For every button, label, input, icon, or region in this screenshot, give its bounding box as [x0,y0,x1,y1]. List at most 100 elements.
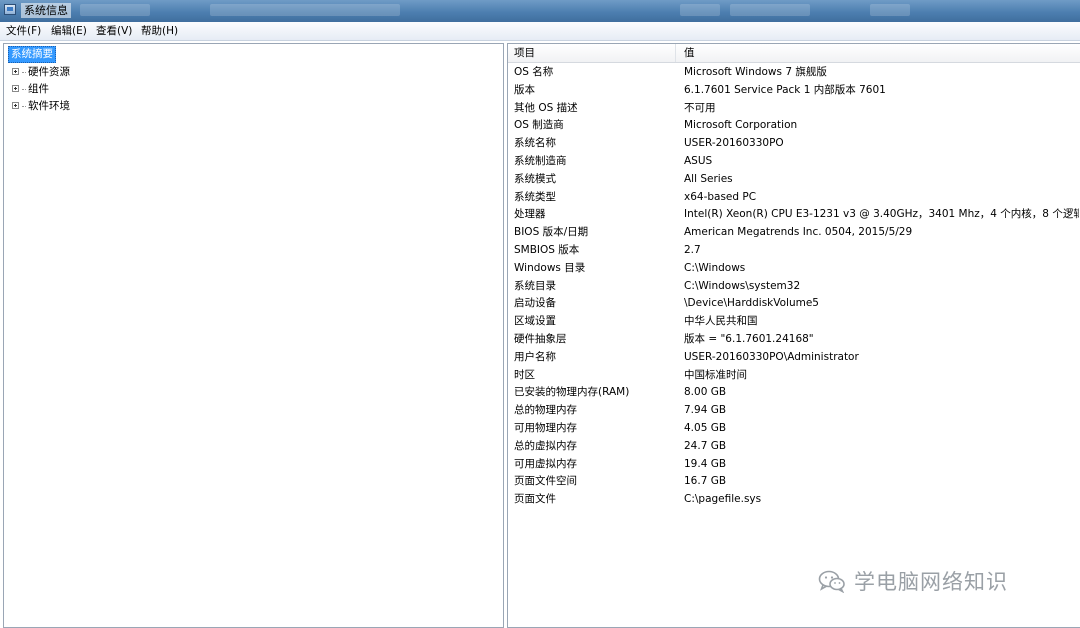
window-title: 系统信息 [21,3,71,18]
blurred-taskbar-region [730,4,810,16]
tree-item-hardware-resources[interactable]: 硬件资源 [12,65,70,79]
table-row[interactable]: 其他 OS 描述 不可用 [508,100,1080,118]
cell-value: 4.05 GB [684,421,727,434]
tree-connector [22,105,26,107]
watermark-text: 学电脑网络知识 [854,570,1008,594]
table-row[interactable]: 系统类型 x64-based PC [508,189,1080,207]
column-header-item[interactable]: 项目 [514,47,535,60]
wechat-icon [818,569,846,594]
cell-item: 系统制造商 [514,154,567,167]
category-tree[interactable]: 系统摘要 硬件资源 组件 软件环境 [3,43,504,628]
cell-item: BIOS 版本/日期 [514,226,589,239]
cell-item: 系统名称 [514,137,556,150]
table-row[interactable]: Windows 目录 C:\Windows [508,260,1080,278]
cell-value: USER-20160330PO\Administrator [684,350,859,363]
details-list[interactable]: 项目 值 OS 名称 Microsoft Windows 7 旗舰版 版本 6.1.7… [507,43,1080,628]
table-row[interactable]: 时区 中国标准时间 [508,367,1080,385]
cell-value: USER-20160330PO [684,137,784,150]
table-row[interactable]: 页面文件空间 16.7 GB [508,473,1080,491]
blurred-taskbar-region [80,4,150,16]
system-info-window: 系统信息 文件(F) 编辑(E) 查看(V) 帮助(H) 系统摘要 硬件资源 组… [0,0,1080,628]
cell-value: C:\Windows [684,261,746,274]
table-row[interactable]: OS 制造商 Microsoft Corporation [508,117,1080,135]
cell-value: Microsoft Corporation [684,119,798,132]
list-body: OS 名称 Microsoft Windows 7 旗舰版 版本 6.1.7601 S… [508,64,1080,509]
table-row[interactable]: SMBIOS 版本 2.7 [508,242,1080,260]
table-row[interactable]: 版本 6.1.7601 Service Pack 1 内部版本 7601 [508,82,1080,100]
table-row[interactable]: BIOS 版本/日期 American Megatrends Inc. 0504,… [508,224,1080,242]
table-row[interactable]: 系统制造商 ASUS [508,153,1080,171]
cell-item: 可用虚拟内存 [514,457,577,470]
cell-value: 版本 = "6.1.7601.24168" [684,332,814,345]
menu-bar: 文件(F) 编辑(E) 查看(V) 帮助(H) [0,22,1080,41]
tree-item-system-summary[interactable]: 系统摘要 [8,46,56,63]
table-row[interactable]: 总的虚拟内存 24.7 GB [508,438,1080,456]
table-row[interactable]: 处理器 Intel(R) Xeon(R) CPU E3-1231 v3 @ 3.4… [508,206,1080,224]
table-row[interactable]: 已安装的物理内存(RAM) 8.00 GB [508,384,1080,402]
expand-plus-icon[interactable] [12,101,19,109]
cell-item: 页面文件 [514,493,556,506]
table-row[interactable]: OS 名称 Microsoft Windows 7 旗舰版 [508,64,1080,82]
table-row[interactable]: 用户名称 USER-20160330PO\Administrator [508,349,1080,367]
cell-value: C:\Windows\system32 [684,279,801,292]
cell-value: All Series [684,172,733,185]
expand-plus-icon[interactable] [12,67,19,75]
table-row[interactable]: 页面文件 C:\pagefile.sys [508,491,1080,509]
table-row[interactable]: 可用虚拟内存 19.4 GB [508,456,1080,474]
table-row[interactable]: 系统目录 C:\Windows\system32 [508,278,1080,296]
system-info-icon [4,4,16,15]
tree-item-components[interactable]: 组件 [12,82,49,96]
table-row[interactable]: 总的物理内存 7.94 GB [508,402,1080,420]
blurred-taskbar-region [210,4,400,16]
cell-value: x64-based PC [684,190,757,203]
menu-help[interactable]: 帮助(H) [141,24,178,38]
cell-item: 区域设置 [514,315,556,328]
cell-value: Intel(R) Xeon(R) CPU E3-1231 v3 @ 3.40GH… [684,208,1079,221]
cell-item: OS 制造商 [514,119,564,132]
cell-value: 2.7 [684,243,701,256]
cell-item: 硬件抽象层 [514,332,567,345]
cell-item: 总的虚拟内存 [514,439,577,452]
table-row[interactable]: 系统模式 All Series [508,171,1080,189]
cell-item: 页面文件空间 [514,475,577,488]
cell-value: \Device\HarddiskVolume5 [684,297,819,310]
cell-value: 24.7 GB [684,439,727,452]
table-row[interactable]: 区域设置 中华人民共和国 [508,313,1080,331]
blurred-taskbar-region [680,4,720,16]
table-row[interactable]: 硬件抽象层 版本 = "6.1.7601.24168" [508,331,1080,349]
tree-item-label: 组件 [28,83,49,95]
cell-item: 处理器 [514,208,546,221]
menu-file[interactable]: 文件(F) [6,24,41,38]
menu-edit[interactable]: 编辑(E) [51,24,87,38]
cell-value: 16.7 GB [684,475,727,488]
tree-connector [22,71,26,73]
cell-item: 其他 OS 描述 [514,101,578,114]
menu-view[interactable]: 查看(V) [96,24,132,38]
cell-item: 系统类型 [514,190,556,203]
cell-item: 时区 [514,368,535,381]
table-row[interactable]: 系统名称 USER-20160330PO [508,135,1080,153]
cell-item: 可用物理内存 [514,421,577,434]
blurred-taskbar-region [870,4,910,16]
tree-item-software-environment[interactable]: 软件环境 [12,99,70,113]
cell-value: 8.00 GB [684,386,727,399]
title-bar[interactable]: 系统信息 [0,0,1080,22]
cell-value: 7.94 GB [684,404,727,417]
table-row[interactable]: 可用物理内存 4.05 GB [508,420,1080,438]
column-header-value[interactable]: 值 [684,47,695,60]
cell-item: 系统模式 [514,172,556,185]
list-header: 项目 值 [508,44,1080,63]
cell-value: Microsoft Windows 7 旗舰版 [684,66,827,78]
cell-item: 系统目录 [514,279,556,292]
cell-value: 中国标准时间 [684,368,747,381]
tree-item-label: 软件环境 [28,100,70,112]
cell-item: 用户名称 [514,350,556,363]
column-divider[interactable] [675,44,676,62]
cell-item: 启动设备 [514,297,556,310]
cell-item: 版本 [514,83,535,96]
tree-item-label: 硬件资源 [28,66,70,78]
cell-value: 中华人民共和国 [684,315,758,328]
expand-plus-icon[interactable] [12,84,19,92]
table-row[interactable]: 启动设备 \Device\HarddiskVolume5 [508,295,1080,313]
cell-item: 总的物理内存 [514,404,577,417]
